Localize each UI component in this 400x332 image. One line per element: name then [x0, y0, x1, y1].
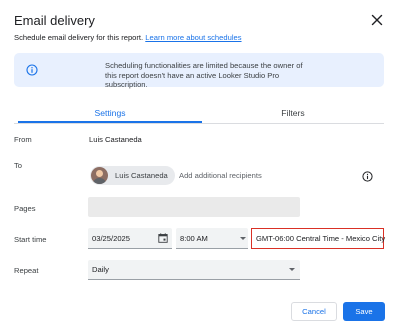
add-recipients-input[interactable]: [179, 171, 339, 180]
pages-select[interactable]: [88, 197, 300, 217]
save-button[interactable]: Save: [343, 302, 385, 321]
calendar-icon[interactable]: [158, 233, 168, 243]
recipient-chip-label: Luis Castaneda: [115, 171, 168, 180]
recipients-field: Luis Castaneda: [88, 163, 384, 189]
active-tab-indicator: [18, 121, 202, 123]
email-delivery-dialog: Email delivery Schedule email delivery f…: [0, 0, 400, 332]
chevron-down-icon: [240, 237, 246, 240]
info-icon: [26, 64, 38, 76]
close-icon[interactable]: [371, 14, 383, 26]
repeat-value: Daily: [92, 265, 109, 274]
subtitle-text: Schedule email delivery for this report.: [14, 33, 144, 42]
tab-filters[interactable]: Filters: [202, 108, 384, 118]
tabs-divider: [14, 123, 384, 124]
pages-label: Pages: [14, 204, 36, 213]
start-time-label: Start time: [14, 235, 47, 244]
to-label: To: [14, 161, 23, 170]
timezone-select[interactable]: GMT-06:00 Central Time - Mexico City: [251, 228, 386, 249]
dialog-subtitle: Schedule email delivery for this report.…: [14, 33, 242, 42]
repeat-label: Repeat: [14, 266, 39, 275]
tab-settings[interactable]: Settings: [18, 108, 202, 118]
info-icon[interactable]: [362, 171, 373, 182]
start-time-value: 8:00 AM: [180, 234, 208, 243]
start-time-select[interactable]: 8:00 AM: [176, 228, 248, 249]
start-date-value: 03/25/2025: [92, 234, 131, 243]
timezone-value: GMT-06:00 Central Time - Mexico City: [256, 234, 386, 243]
repeat-select[interactable]: Daily: [88, 260, 300, 280]
learn-more-link[interactable]: Learn more about schedules: [145, 33, 241, 42]
subscription-banner: Scheduling functionalities are limited b…: [14, 53, 384, 89]
cancel-button[interactable]: Cancel: [291, 302, 337, 321]
from-label: From: [14, 135, 32, 144]
banner-text: Scheduling functionalities are limited b…: [105, 61, 303, 89]
dialog-title: Email delivery: [14, 13, 95, 28]
from-value: Luis Castaneda: [89, 135, 142, 144]
start-date-field[interactable]: 03/25/2025: [88, 228, 172, 249]
chevron-down-icon: [289, 268, 295, 271]
recipient-chip[interactable]: Luis Castaneda: [90, 166, 175, 185]
avatar: [91, 167, 108, 184]
